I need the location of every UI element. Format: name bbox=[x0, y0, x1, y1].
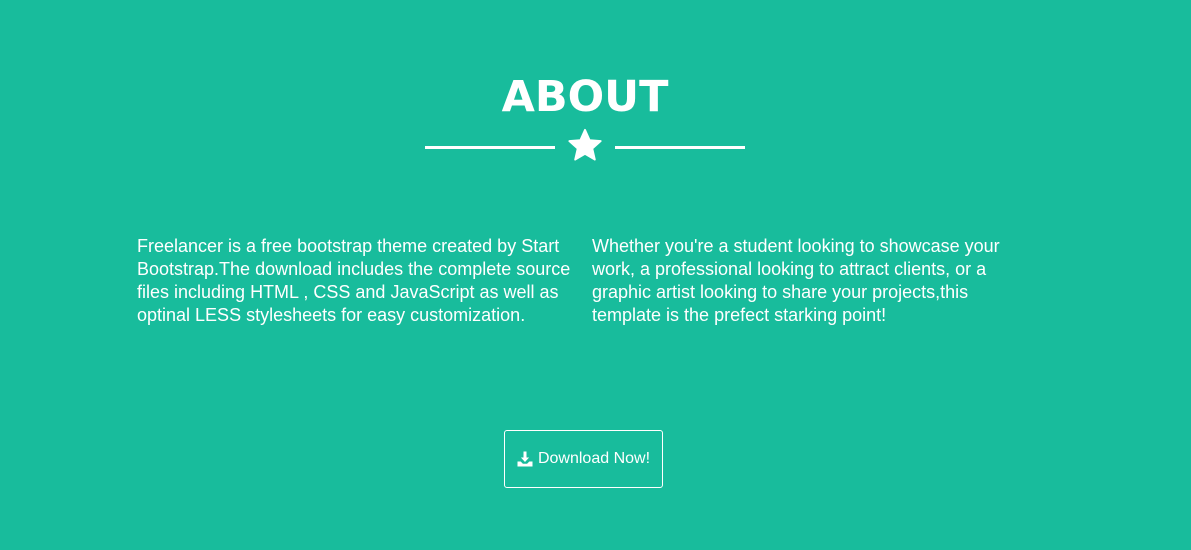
star-icon bbox=[568, 128, 602, 161]
download-button-label: Download Now! bbox=[537, 450, 651, 467]
download-icon bbox=[517, 451, 533, 467]
about-left-paragraph: Freelancer is a free bootstrap theme cre… bbox=[137, 236, 571, 325]
about-left-column: Freelancer is a free bootstrap theme cre… bbox=[137, 235, 582, 327]
about-right-column: Whether you're a student looking to show… bbox=[592, 235, 1032, 327]
section-title: ABOUT bbox=[501, 72, 669, 122]
star-divider bbox=[425, 127, 745, 165]
download-button[interactable]: Download Now! bbox=[504, 430, 663, 488]
divider-line-right bbox=[615, 146, 745, 149]
about-section: ABOUT Freelancer is a free bootstrap the… bbox=[0, 0, 1191, 550]
about-right-paragraph: Whether you're a student looking to show… bbox=[592, 236, 1000, 325]
divider-line-left bbox=[425, 146, 555, 149]
